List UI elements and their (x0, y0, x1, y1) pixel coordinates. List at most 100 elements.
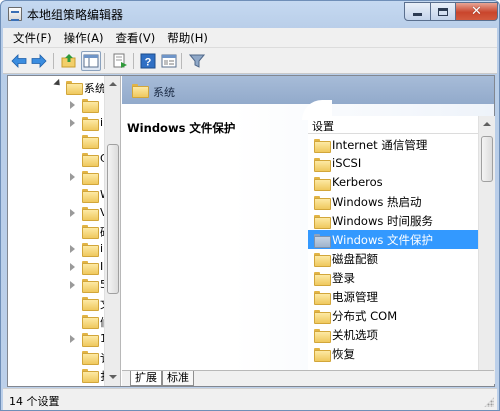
folder-icon (82, 243, 99, 257)
list-item-selected[interactable]: Windows 文件保护 (308, 230, 478, 249)
collapsed-arrow-icon[interactable] (70, 281, 75, 289)
tree-item[interactable]: 扌 (8, 366, 111, 384)
list-item[interactable]: Windows 热启动 (308, 192, 478, 211)
forward-button[interactable] (29, 51, 49, 71)
list-column-header-label: 设置 (312, 120, 334, 133)
show-hide-tree-button[interactable] (81, 51, 101, 71)
up-one-level-button[interactable] (59, 51, 79, 71)
menu-help[interactable]: 帮助(H) (161, 28, 214, 48)
filter-button[interactable] (187, 51, 207, 71)
folder-icon (314, 253, 331, 267)
expand-arrow-icon[interactable] (53, 78, 63, 89)
tree-item[interactable]: I (8, 258, 109, 276)
tab-standard[interactable]: 标准 (162, 371, 194, 386)
list-item[interactable]: 电源管理 (308, 287, 478, 306)
folder-icon (314, 196, 331, 210)
main-window: 本地组策略编辑器 ✕ 文件(F) 操作(A) 查看(V) 帮助(H) ? 系统 … (0, 0, 500, 411)
collapsed-arrow-icon[interactable] (70, 101, 75, 109)
tree-item[interactable]: 5 (8, 276, 109, 294)
export-list-button[interactable] (110, 51, 130, 71)
gpedit-app-icon (8, 7, 22, 21)
window-title: 本地组策略编辑器 (27, 8, 124, 22)
help-icon: ? (140, 53, 156, 69)
tree-item[interactable]: i (8, 240, 109, 258)
close-button[interactable]: ✕ (455, 2, 498, 21)
tree-item-system[interactable]: 系统 (8, 78, 109, 96)
collapsed-arrow-icon[interactable] (70, 245, 75, 253)
status-bar: 14 个设置 (3, 388, 497, 410)
scroll-up-icon[interactable] (105, 76, 120, 92)
list-item[interactable]: 分布式 COM (308, 306, 478, 325)
list-item[interactable]: Internet 通信管理 (308, 135, 478, 154)
properties-button[interactable] (159, 51, 179, 71)
collapsed-arrow-icon[interactable] (70, 263, 75, 271)
settings-list: 设置 Internet 通信管理 iSCSI Kerberos Windows … (308, 116, 478, 370)
tree-vertical-scrollbar[interactable] (104, 76, 120, 386)
tree-scrollbar-thumb[interactable] (107, 144, 119, 294)
folder-icon (82, 369, 99, 383)
folder-icon (82, 315, 99, 329)
folder-icon (314, 139, 331, 153)
details-pane: 系统 Windows 文件保护 设置 Internet 通信管理 iSCSI K… (122, 76, 495, 386)
menu-action[interactable]: 操作(A) (58, 28, 110, 48)
back-button[interactable] (9, 51, 29, 71)
menu-file[interactable]: 文件(F) (7, 28, 58, 48)
details-header: 系统 (122, 76, 494, 104)
list-item[interactable]: 恢复 (308, 344, 478, 363)
resize-grip-icon[interactable] (484, 397, 494, 407)
maximize-icon (438, 7, 448, 16)
tree-item[interactable]: 讠 (8, 348, 111, 366)
collapsed-arrow-icon[interactable] (70, 119, 75, 127)
list-vertical-scrollbar[interactable] (478, 116, 495, 384)
toolbar-separator (53, 53, 54, 69)
tree-item[interactable] (8, 96, 109, 114)
tree-item[interactable]: i (8, 114, 109, 132)
toolbar: ? (3, 48, 497, 74)
scroll-down-icon[interactable] (105, 369, 120, 385)
list-scrollbar-thumb[interactable] (481, 136, 493, 182)
export-list-icon (113, 53, 127, 68)
collapsed-arrow-icon[interactable] (70, 335, 75, 343)
properties-icon (161, 54, 177, 68)
folder-icon (314, 215, 331, 229)
close-icon: ✕ (471, 4, 482, 19)
list-item[interactable]: 磁盘配额 (308, 249, 478, 268)
status-text: 14 个设置 (9, 395, 60, 408)
folder-icon (314, 291, 331, 305)
folder-icon (82, 297, 99, 311)
forward-arrow-icon (31, 54, 47, 68)
list-column-header[interactable]: 设置 (308, 116, 478, 134)
tree-item[interactable]: 们 (8, 312, 111, 330)
tab-extended[interactable]: 扩展 (130, 371, 162, 386)
tree-item[interactable]: 码 (8, 222, 111, 240)
scroll-up-icon[interactable] (479, 116, 495, 132)
view-tabs: 扩展 标准 (122, 370, 494, 386)
collapsed-arrow-icon[interactable] (70, 209, 75, 217)
tree-item[interactable] (8, 168, 109, 186)
folder-icon (314, 329, 331, 343)
list-item[interactable]: 登录 (308, 268, 478, 287)
folder-icon (82, 189, 99, 203)
minimize-icon (413, 13, 422, 16)
help-button[interactable]: ? (138, 51, 158, 71)
tree-item[interactable]: 1 (8, 330, 109, 348)
list-item[interactable]: Kerberos (308, 173, 478, 192)
tree-item[interactable]: W (8, 186, 111, 204)
folder-icon (314, 177, 331, 191)
svg-text:?: ? (145, 57, 152, 69)
tree-item[interactable] (8, 132, 109, 150)
tree-item[interactable]: V (8, 204, 109, 222)
menu-view[interactable]: 查看(V) (109, 28, 161, 48)
title-bar[interactable]: 本地组策略编辑器 ✕ (1, 1, 499, 27)
minimize-button[interactable] (404, 2, 431, 21)
list-item[interactable]: 关机选项 (308, 325, 478, 344)
list-item[interactable]: Windows 时间服务 (308, 211, 478, 230)
tree-item[interactable]: 文 (8, 294, 111, 312)
folder-icon (314, 348, 331, 362)
list-item[interactable]: iSCSI (308, 154, 478, 173)
details-body: Windows 文件保护 设置 Internet 通信管理 iSCSI Kerb… (122, 100, 495, 384)
collapsed-arrow-icon[interactable] (70, 173, 75, 181)
maximize-button[interactable] (430, 2, 456, 21)
tree-item[interactable]: C (8, 150, 109, 168)
toolbar-separator (133, 53, 134, 69)
